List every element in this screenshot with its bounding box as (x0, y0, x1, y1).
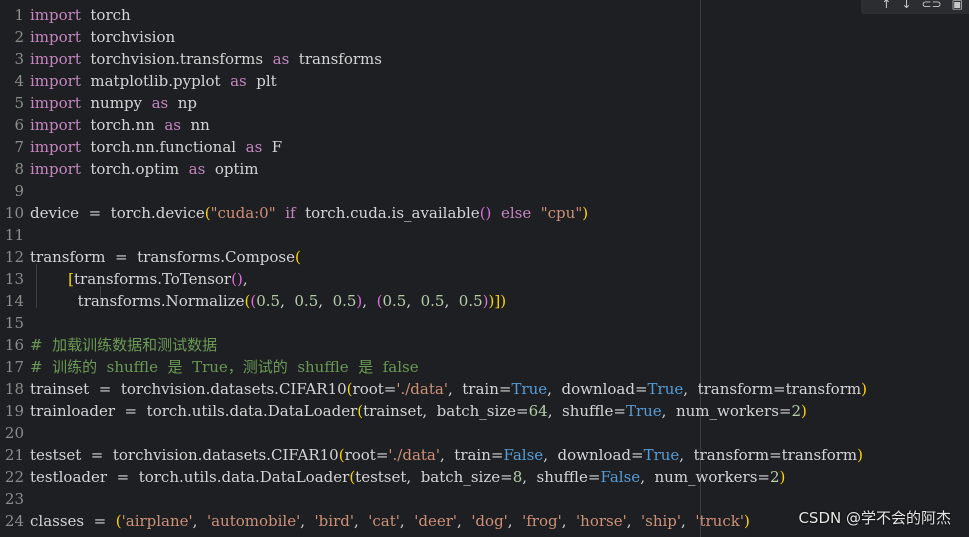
code-line[interactable]: 20 (0, 422, 30, 444)
code-text: # 加载训练数据和测试数据 (30, 336, 218, 354)
code-text: device = torch.device("cuda:0" if torch.… (30, 204, 589, 222)
editor-toolbar: ↑ ↓ ⊂⊃ ▣ (861, 0, 969, 14)
line-number: 16 (4, 336, 24, 354)
line-number: 22 (4, 468, 24, 486)
code-text: [transforms.ToTensor(), (68, 270, 248, 288)
code-line[interactable]: 24 classes = ('airplane', 'automobile', '… (0, 510, 750, 532)
code-line[interactable]: 17 # 训练的 shuffle 是 True，测试的 shuffle 是 fal… (0, 356, 419, 378)
line-number: 1 (14, 6, 24, 24)
line-number: 8 (14, 160, 24, 178)
code-text: transforms.Normalize((0.5, 0.5, 0.5), (0… (30, 292, 507, 310)
arrow-down-icon[interactable]: ↓ (901, 0, 911, 10)
code-text: testloader = torch.utils.data.DataLoader… (30, 468, 786, 486)
code-line[interactable]: 2 import torchvision (0, 26, 175, 48)
line-number: 6 (14, 116, 24, 134)
code-text: transform = transforms.Compose( (30, 248, 301, 266)
comment-icon[interactable]: ▣ (952, 0, 963, 10)
code-line[interactable]: 8 import torch.optim as optim (0, 158, 259, 180)
line-number: 7 (14, 138, 24, 156)
line-number: 14 (4, 292, 24, 310)
code-text: import matplotlib.pyplot as plt (30, 72, 277, 90)
code-text: classes = ('airplane', 'automobile', 'bi… (30, 512, 750, 530)
arrow-up-icon[interactable]: ↑ (881, 0, 891, 10)
code-text: # 训练的 shuffle 是 True，测试的 shuffle 是 false (30, 358, 419, 376)
code-text: import torch (30, 6, 131, 24)
code-line[interactable]: 5 import numpy as np (0, 92, 197, 114)
code-text: trainloader = torch.utils.data.DataLoade… (30, 402, 807, 420)
line-number: 20 (4, 424, 24, 442)
line-number: 3 (14, 50, 24, 68)
code-text: import torchvision (30, 28, 176, 46)
line-number: 12 (4, 248, 24, 266)
line-number: 10 (4, 204, 24, 222)
line-number: 17 (4, 358, 24, 376)
code-line[interactable]: 23 (0, 488, 30, 510)
code-text: import torchvision.transforms as transfo… (30, 50, 382, 68)
code-line[interactable]: 19 trainloader = torch.utils.data.DataLoa… (0, 400, 807, 422)
code-text: import torch.nn.functional as F (30, 138, 283, 156)
line-number: 19 (4, 402, 24, 420)
code-text: trainset = torchvision.datasets.CIFAR10(… (30, 380, 867, 398)
code-line[interactable]: 3 import torchvision.transforms as transf… (0, 48, 382, 70)
code-line[interactable]: 21 testset = torchvision.datasets.CIFAR10… (0, 444, 863, 466)
code-line[interactable]: 22 testloader = torch.utils.data.DataLoad… (0, 466, 785, 488)
code-line[interactable]: 14 transforms.Normalize((0.5, 0.5, 0.5),… (0, 290, 506, 312)
line-number: 18 (4, 380, 24, 398)
code-text: testset = torchvision.datasets.CIFAR10(r… (30, 446, 863, 464)
line-number: 4 (14, 72, 24, 90)
code-line[interactable]: 1 import torch (0, 4, 131, 26)
code-text: import numpy as np (30, 94, 198, 112)
line-number: 21 (4, 446, 24, 464)
line-number: 9 (14, 182, 24, 200)
code-line[interactable]: 6 import torch.nn as nn (0, 114, 210, 136)
code-line[interactable]: 9 (0, 180, 30, 202)
code-line[interactable]: 18 trainset = torchvision.datasets.CIFAR1… (0, 378, 867, 400)
code-line[interactable]: 10 device = torch.device("cuda:0" if torc… (0, 202, 588, 224)
code-line[interactable]: 16 # 加载训练数据和测试数据 (0, 334, 217, 356)
code-line[interactable]: 12 transform = transforms.Compose( (0, 246, 301, 268)
code-text: import torch.nn as nn (30, 116, 210, 134)
code-editor[interactable]: 1 import torch 2 import torchvision 3 import … (0, 0, 969, 537)
code-line[interactable]: 13 [transforms.ToTensor(), (0, 268, 248, 290)
line-number: 13 (4, 270, 24, 288)
code-line[interactable]: 7 import torch.nn.functional as F (0, 136, 282, 158)
code-line[interactable]: 4 import matplotlib.pyplot as plt (0, 70, 277, 92)
code-line[interactable]: 11 (0, 224, 30, 246)
watermark: CSDN @学不会的阿杰 (798, 509, 951, 527)
code-line[interactable]: 15 (0, 312, 30, 334)
line-number: 24 (4, 512, 24, 530)
line-number: 23 (4, 490, 24, 508)
line-number: 11 (4, 226, 24, 244)
line-number: 5 (14, 94, 24, 112)
line-number: 15 (4, 314, 24, 332)
link-icon[interactable]: ⊂⊃ (922, 0, 942, 10)
code-text: import torch.optim as optim (30, 160, 259, 178)
line-number: 2 (14, 28, 24, 46)
